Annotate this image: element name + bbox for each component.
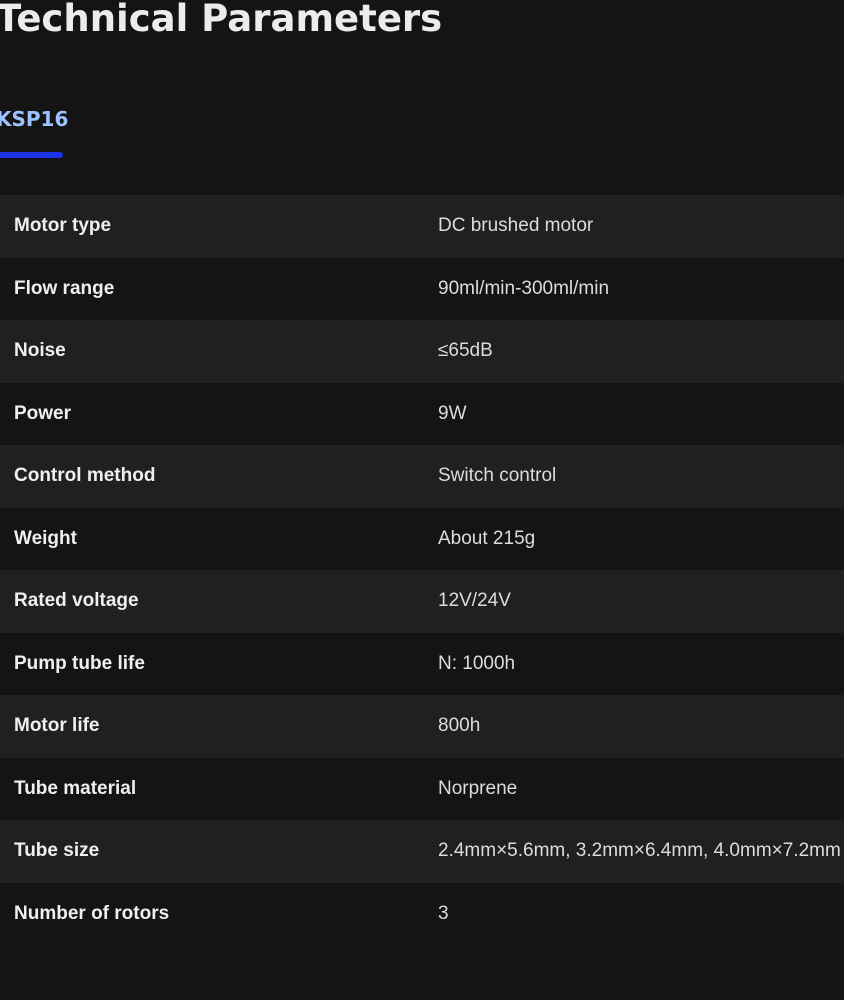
table-row: Pump tube life N: 1000h: [0, 632, 844, 695]
spec-label: Motor type: [14, 215, 112, 237]
table-row: Rated voltage 12V/24V: [0, 570, 844, 633]
spec-label: Power: [14, 402, 72, 424]
spec-label: Tube size: [14, 840, 100, 862]
spec-label: Number of rotors: [14, 902, 170, 924]
table-row: Noise ≤65dB: [0, 320, 844, 383]
spec-value: 2.4mm×5.6mm, 3.2mm×6.4mm, 4.0mm×7.2mm: [438, 840, 841, 862]
spec-label: Rated voltage: [14, 590, 139, 612]
spec-label: Noise: [14, 340, 66, 362]
spec-value: 12V/24V: [438, 590, 511, 612]
spec-label: Control method: [14, 465, 156, 487]
spec-value: N: 1000h: [438, 652, 516, 674]
tab-bar: KSP16: [0, 96, 844, 160]
spec-value: Norprene: [438, 777, 518, 799]
tab-ksp16[interactable]: KSP16: [0, 96, 68, 160]
spec-label: Pump tube life: [14, 652, 145, 674]
table-row: Motor life 800h: [0, 695, 844, 758]
table-row: Number of rotors 3: [0, 882, 844, 945]
spec-label: Weight: [14, 527, 77, 549]
spec-label: Flow range: [14, 277, 115, 299]
page-title: Technical Parameters: [0, 0, 443, 40]
table-row: Power 9W: [0, 382, 844, 445]
tab-label: KSP16: [0, 107, 69, 131]
spec-value: ≤65dB: [438, 340, 493, 362]
spec-table-body: Motor type DC brushed motor Flow range 90ml…: [0, 195, 844, 945]
spec-label: Tube material: [14, 777, 137, 799]
spec-value: 800h: [438, 715, 481, 737]
table-row: Tube material Norprene: [0, 757, 844, 820]
spec-value: 3: [438, 902, 449, 924]
table-row: Flow range 90ml/min-300ml/min: [0, 257, 844, 320]
table-row: Motor type DC brushed motor: [0, 195, 844, 258]
page: Technical Parameters KSP16 Motor type DC …: [0, 0, 844, 1000]
spec-label: Motor life: [14, 715, 100, 737]
spec-value: About 215g: [438, 527, 536, 549]
table-row: Weight About 215g: [0, 507, 844, 570]
spec-value: Switch control: [438, 465, 557, 487]
table-row: Tube size 2.4mm×5.6mm, 3.2mm×6.4mm, 4.0mm…: [0, 820, 844, 883]
spec-value: 9W: [438, 402, 467, 424]
spec-table: Motor type DC brushed motor Flow range 90ml…: [0, 195, 844, 945]
spec-value: DC brushed motor: [438, 215, 594, 237]
spec-value: 90ml/min-300ml/min: [438, 277, 610, 299]
active-tab-indicator: [0, 152, 63, 158]
table-row: Control method Switch control: [0, 445, 844, 508]
